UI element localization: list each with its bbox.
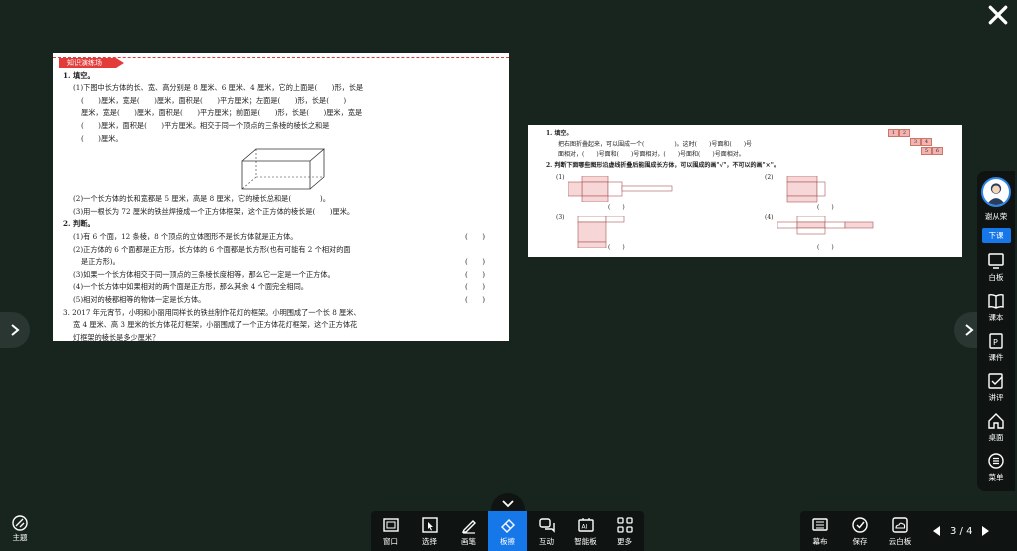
tool-eraser[interactable]: 板擦	[488, 511, 527, 551]
previous-page-icon[interactable]	[930, 524, 944, 538]
cloud-whiteboard-icon	[892, 516, 908, 533]
question-line: (2)一个长方体的长和宽都是 5 厘米，高是 8 厘米，它的棱长总和是( )。	[73, 194, 330, 204]
sidebar-item-whiteboard[interactable]: 白板	[977, 252, 1015, 283]
sidebar-item-menu[interactable]: 菜单	[977, 452, 1015, 483]
chevron-right-icon	[965, 324, 974, 336]
svg-text:P: P	[993, 338, 998, 347]
question-line: ( )厘米，宽是( )厘米，面积是( )平方厘米；左面是( )形，长是( )	[81, 95, 347, 105]
next-page-icon[interactable]	[978, 524, 992, 538]
ai-board-icon: AI	[577, 517, 594, 532]
collapse-toolbar-button[interactable]	[491, 493, 525, 511]
more-icon	[616, 516, 633, 533]
pen-icon	[461, 519, 476, 534]
eraser-icon	[500, 518, 515, 533]
section-banner: 知识演练场	[59, 58, 124, 68]
question-line: (1)下图中长方体的长、宽、高分别是 8 厘米、6 厘米、4 厘米，它的上面是(…	[73, 83, 364, 93]
whiteboard-icon	[988, 253, 1004, 269]
interact-icon	[538, 517, 555, 533]
net-figure-4: (4) ( )	[745, 213, 954, 253]
net-figures: (1) ( ) (2) ( ) (3) ( ) (4) ()	[536, 173, 954, 253]
menu-icon	[988, 453, 1004, 469]
net-figure-3: (3) ( )	[556, 214, 625, 251]
bottom-toolbar: 窗口 选择 画笔 板擦 互动 AI 智能板 更多	[371, 511, 644, 551]
judgement-item: (1)有 6 个面，12 条棱，8 个顶点的立体图形不是长方体就是正方体。( )	[73, 231, 485, 241]
tool-more[interactable]: 更多	[605, 511, 644, 551]
question-line: (3)用一根长为 72 厘米的铁丝焊接成一个正方体框架，这个正方体的棱长是( )…	[73, 206, 355, 216]
bottom-right-toolbar: 幕布 保存 云白板 3 / 4	[800, 511, 1017, 551]
sidebar-item-courseware[interactable]: P 课件	[977, 332, 1015, 363]
judgement-item: (5)相对的棱都相等的物体一定是长方体。( )	[73, 294, 485, 304]
desktop-icon	[988, 413, 1004, 429]
teacher-name: 谢从荣	[984, 212, 1008, 221]
question-title: 1. 填空。	[63, 70, 95, 80]
question-title: 2. 判断。	[63, 219, 95, 229]
tool-pen[interactable]: 画笔	[449, 511, 488, 551]
question-line: 厘米，宽是( )厘米，面积是( )平方厘米；前面是( )形，长是( )厘米，宽是	[81, 108, 363, 118]
judgement-item: (4)一个长方体中如果相对的两个面是正方形，那么其余 4 个面完全相同。( )	[73, 282, 485, 292]
tool-save[interactable]: 保存	[840, 511, 880, 551]
net-figure-1: (1) ( )	[536, 173, 745, 213]
curtain-icon	[812, 517, 828, 531]
question-line: 宽 4 厘米、高 3 厘米的长方体花灯框架，小丽围成了一个正方体花灯框架，这个正…	[73, 320, 358, 330]
question-line: 灯框架的棱长是多少厘米？	[73, 332, 160, 341]
window-icon	[382, 517, 399, 532]
textbook-icon	[988, 293, 1004, 309]
sidebar-item-textbook[interactable]: 课本	[977, 292, 1015, 323]
svg-text:AI: AI	[581, 523, 587, 530]
theme-icon	[12, 515, 28, 531]
tool-select[interactable]: 选择	[410, 511, 449, 551]
question-line: 3. 2017 年元宵节，小明和小丽用同样长的铁丝制作花灯的框架。小明围成了一个…	[63, 307, 361, 317]
right-sidebar: 谢从荣 下课 白板 课本 P 课件 讲评 桌面 菜单	[977, 171, 1015, 491]
tool-interact[interactable]: 互动	[527, 511, 566, 551]
end-class-button[interactable]: 下课	[981, 228, 1011, 243]
document-page-left: 知识演练场 1. 填空。 (1)下图中长方体的长、宽、高分别是 8 厘米、6 厘…	[53, 53, 509, 341]
avatar[interactable]	[981, 177, 1011, 207]
close-icon[interactable]	[987, 4, 1009, 26]
courseware-icon: P	[989, 333, 1003, 349]
judgement-item: 是正方形)。( )	[81, 257, 485, 267]
judgement-item: (2)正方体的 6 个面都是正方形，长方体的 6 个面都是长方形(也有可能有 2…	[73, 244, 351, 254]
cuboid-figure	[241, 148, 326, 190]
save-icon	[852, 516, 868, 533]
judgement-item: (3)如果一个长方体相交于同一顶点的三条棱长度相等，那么它一定是一个正方体。( …	[73, 269, 485, 279]
chevron-right-icon	[11, 324, 20, 336]
page-indicator: 3 / 4	[950, 525, 973, 537]
sidebar-item-desktop[interactable]: 桌面	[977, 412, 1015, 443]
chevron-down-icon	[502, 500, 514, 508]
sidebar-item-review[interactable]: 讲评	[977, 372, 1015, 403]
previous-page-button[interactable]	[0, 312, 30, 348]
cube-net-figure: 1 2 3 4 5 6	[888, 129, 944, 163]
select-icon	[421, 516, 438, 533]
net-figure-2: (2) ( )	[765, 174, 834, 211]
tool-cloud-whiteboard[interactable]: 云白板	[880, 511, 920, 551]
question-line: ( )厘米。	[81, 133, 123, 143]
review-icon	[988, 373, 1003, 389]
tool-ai-board[interactable]: AI 智能板	[566, 511, 605, 551]
pager: 3 / 4	[930, 524, 992, 538]
tool-curtain[interactable]: 幕布	[800, 511, 840, 551]
document-page-right: 1 2 3 4 5 6 1. 填空。 把右图折叠起来，可以围成一个( )。这时(…	[528, 125, 962, 257]
tool-window[interactable]: 窗口	[371, 511, 410, 551]
theme-button[interactable]: 主题	[6, 514, 34, 543]
question-line: ( )厘米，面积是( )平方厘米。相交于同一个顶点的三条棱的棱长之和是	[81, 120, 330, 130]
